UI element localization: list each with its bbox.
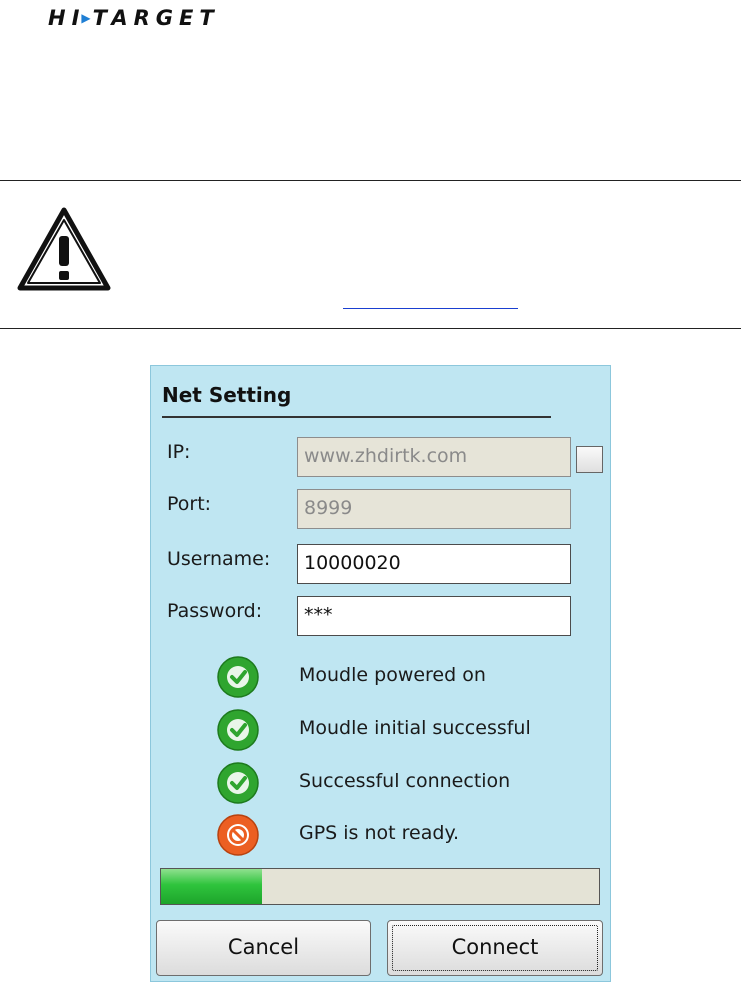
prohibited-circle-icon <box>217 814 259 856</box>
check-circle-icon <box>217 709 259 751</box>
status-text: Moudle powered on <box>299 664 486 686</box>
progress-fill <box>161 869 262 904</box>
warning-bottom-rule <box>0 328 741 329</box>
warning-triangle-icon <box>17 207 111 291</box>
username-field[interactable]: 10000020 <box>297 544 571 584</box>
ip-label: IP: <box>167 441 191 463</box>
connect-button-label: Connect <box>392 925 598 971</box>
ip-field[interactable]: www.zhdirtk.com <box>297 437 571 477</box>
logo-triangle-icon: ▶ <box>81 11 91 25</box>
status-row: Moudle initial successful <box>213 707 593 753</box>
hi-target-logo: HI▶TARGET <box>48 6 220 30</box>
warning-top-rule <box>0 180 741 181</box>
status-row: Successful connection <box>213 760 593 806</box>
username-label: Username: <box>167 548 271 570</box>
password-field[interactable]: *** <box>297 596 571 636</box>
status-text: Successful connection <box>299 770 511 792</box>
password-label: Password: <box>167 600 263 622</box>
ip-checkbox[interactable] <box>576 446 603 473</box>
net-setting-dialog: Net Setting IP: www.zhdirtk.com Port: 89… <box>150 365 611 982</box>
connect-button[interactable]: Connect <box>387 920 603 976</box>
status-text: GPS is not ready. <box>299 822 460 844</box>
progress-bar <box>160 868 600 905</box>
title-divider <box>162 416 551 418</box>
port-label: Port: <box>167 493 212 515</box>
port-field[interactable]: 8999 <box>297 489 571 529</box>
warning-link-underline[interactable] <box>343 291 518 309</box>
logo-text-left: HI <box>48 6 86 30</box>
dialog-title: Net Setting <box>162 383 292 407</box>
status-text: Moudle initial successful <box>299 717 531 739</box>
check-circle-icon <box>217 762 259 804</box>
check-circle-icon <box>217 656 259 698</box>
logo-text-right: TARGET <box>92 6 220 30</box>
status-row: GPS is not ready. <box>213 812 593 858</box>
cancel-button[interactable]: Cancel <box>156 920 371 976</box>
status-row: Moudle powered on <box>213 654 593 700</box>
